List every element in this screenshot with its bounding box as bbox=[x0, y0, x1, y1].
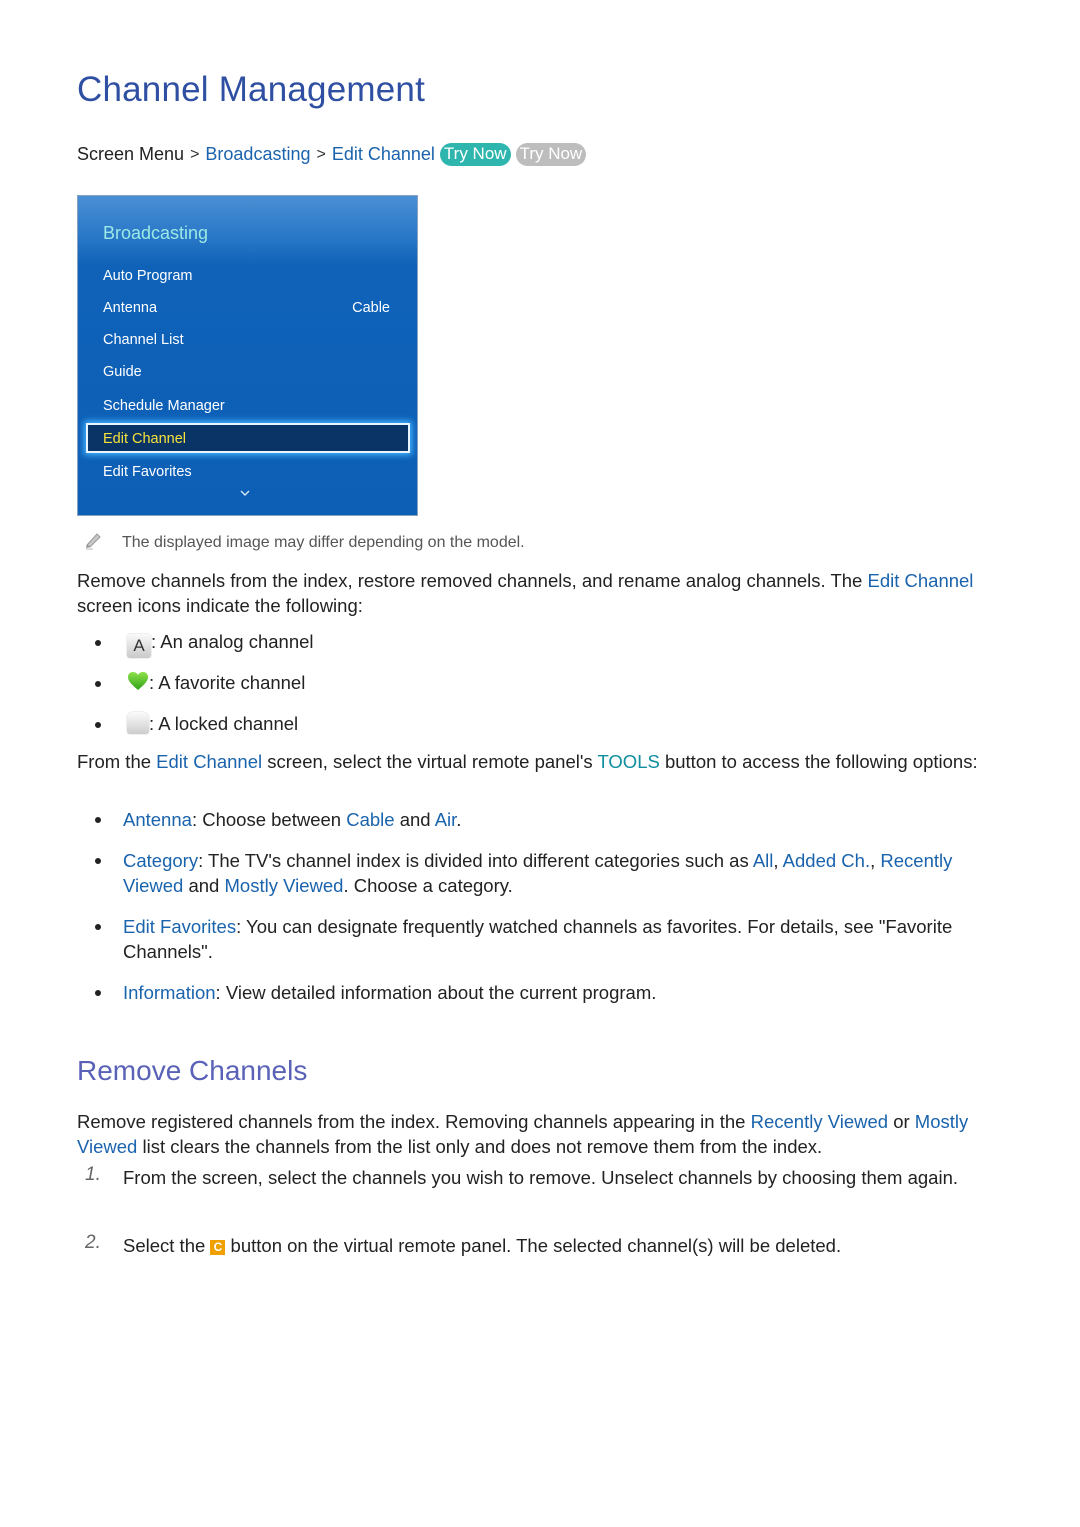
menu-item-auto-program[interactable]: Auto Program bbox=[103, 268, 192, 284]
tools-text: button to access the following options: bbox=[659, 751, 978, 772]
information-term[interactable]: Information bbox=[123, 982, 216, 1003]
try-now-button-disabled[interactable]: Try Now bbox=[515, 143, 587, 166]
broadcasting-menu-panel: Broadcasting Auto Program Antenna Cable … bbox=[77, 195, 418, 516]
chevron-right-icon: > bbox=[316, 145, 326, 163]
option-edit-favorites: Edit Favorites: You can designate freque… bbox=[123, 914, 983, 964]
all-link[interactable]: All bbox=[753, 850, 774, 871]
option-text: : Choose between bbox=[191, 809, 347, 830]
option-text: : The TV's channel index is divided into… bbox=[198, 850, 753, 871]
list-item-favorite: : A favorite channel bbox=[127, 670, 305, 695]
list-item-locked: : A locked channel bbox=[127, 711, 298, 736]
panel-title: Broadcasting bbox=[103, 223, 209, 243]
menu-item-edit-channel-selected[interactable]: Edit Channel bbox=[86, 423, 410, 453]
tools-paragraph: From the Edit Channel screen, select the… bbox=[77, 749, 1007, 774]
option-text: , bbox=[870, 850, 881, 871]
pencil-note-icon bbox=[86, 533, 101, 550]
option-text: . Choose a category. bbox=[343, 875, 513, 896]
menu-item-guide[interactable]: Guide bbox=[103, 364, 142, 380]
intro-text: Remove channels from the index, restore … bbox=[77, 570, 868, 591]
step-text: Select the bbox=[123, 1235, 211, 1256]
edit-channel-link[interactable]: Edit Channel bbox=[867, 570, 973, 591]
bullet bbox=[95, 924, 101, 930]
antenna-term[interactable]: Antenna bbox=[123, 809, 192, 830]
lock-icon bbox=[127, 712, 149, 734]
intro-paragraph: Remove channels from the index, restore … bbox=[77, 568, 1007, 618]
mostly-viewed-link[interactable]: Mostly Viewed bbox=[225, 875, 344, 896]
bullet bbox=[95, 681, 101, 687]
c-button-icon: C bbox=[210, 1240, 226, 1255]
step-2: Select the C button on the virtual remot… bbox=[123, 1233, 993, 1258]
bullet bbox=[95, 640, 101, 646]
option-information: Information: View detailed information a… bbox=[123, 980, 1003, 1005]
added-ch-link[interactable]: Added Ch. bbox=[783, 850, 870, 871]
remove-text: Remove registered channels from the inde… bbox=[77, 1111, 751, 1132]
list-item-analog: A: An analog channel bbox=[127, 629, 314, 658]
list-item-text: : An analog channel bbox=[151, 631, 314, 652]
menu-item-channel-list[interactable]: Channel List bbox=[103, 332, 184, 348]
breadcrumb-root: Screen Menu bbox=[77, 144, 185, 164]
list-item-text: : A favorite channel bbox=[149, 672, 306, 693]
recently-viewed-link[interactable]: Recently Viewed bbox=[751, 1111, 888, 1132]
remove-text: list clears the channels from the list o… bbox=[137, 1136, 823, 1157]
category-term[interactable]: Category bbox=[123, 850, 198, 871]
cable-link[interactable]: Cable bbox=[346, 809, 394, 830]
tools-link[interactable]: TOOLS bbox=[597, 751, 659, 772]
bullet bbox=[95, 722, 101, 728]
option-text: and bbox=[394, 809, 435, 830]
step-number: 1. bbox=[85, 1164, 101, 1185]
remove-paragraph: Remove registered channels from the inde… bbox=[77, 1109, 1007, 1159]
breadcrumb-edit-channel[interactable]: Edit Channel bbox=[332, 144, 435, 165]
intro-text-end: screen icons indicate the following: bbox=[77, 595, 363, 616]
step-1: From the screen, select the channels you… bbox=[123, 1167, 958, 1188]
option-category: Category: The TV's channel index is divi… bbox=[123, 848, 1003, 898]
breadcrumb-broadcasting[interactable]: Broadcasting bbox=[205, 144, 310, 165]
menu-item-antenna[interactable]: Antenna bbox=[103, 300, 157, 316]
edit-favorites-term[interactable]: Edit Favorites bbox=[123, 916, 236, 937]
menu-item-edit-favorites[interactable]: Edit Favorites bbox=[103, 464, 192, 480]
menu-item-schedule-manager[interactable]: Schedule Manager bbox=[103, 398, 225, 414]
option-text: : View detailed information about the cu… bbox=[215, 982, 657, 1003]
chevron-down-icon[interactable] bbox=[240, 488, 250, 498]
try-now-button[interactable]: Try Now bbox=[439, 143, 511, 166]
menu-item-edit-channel-label: Edit Channel bbox=[103, 431, 187, 447]
bullet bbox=[95, 817, 101, 823]
heart-icon bbox=[128, 672, 148, 690]
step-number: 2. bbox=[85, 1232, 101, 1253]
analog-channel-icon: A bbox=[127, 634, 151, 658]
tools-text: From the bbox=[77, 751, 157, 772]
section-heading-remove-channels: Remove Channels bbox=[77, 1055, 308, 1086]
option-antenna: Antenna: Choose between Cable and Air. bbox=[123, 807, 1003, 832]
chevron-right-icon: > bbox=[190, 145, 200, 163]
breadcrumb: Screen Menu > Broadcasting > Edit Channe… bbox=[77, 143, 587, 166]
model-note: The displayed image may differ depending… bbox=[122, 534, 525, 551]
page-title: Channel Management bbox=[77, 70, 425, 109]
option-text: , bbox=[773, 850, 783, 871]
edit-channel-link[interactable]: Edit Channel bbox=[156, 751, 262, 772]
bullet bbox=[95, 858, 101, 864]
option-text: : You can designate frequently watched c… bbox=[123, 916, 953, 962]
air-link[interactable]: Air bbox=[435, 809, 457, 830]
step-text: button on the virtual remote panel. The … bbox=[225, 1235, 842, 1256]
option-text: and bbox=[183, 875, 225, 896]
list-item-text: : A locked channel bbox=[149, 713, 299, 734]
bullet bbox=[95, 990, 101, 996]
tools-text: screen, select the virtual remote panel'… bbox=[262, 751, 598, 772]
menu-value-antenna: Cable bbox=[352, 300, 390, 316]
option-text: . bbox=[456, 809, 462, 830]
remove-text: or bbox=[888, 1111, 915, 1132]
